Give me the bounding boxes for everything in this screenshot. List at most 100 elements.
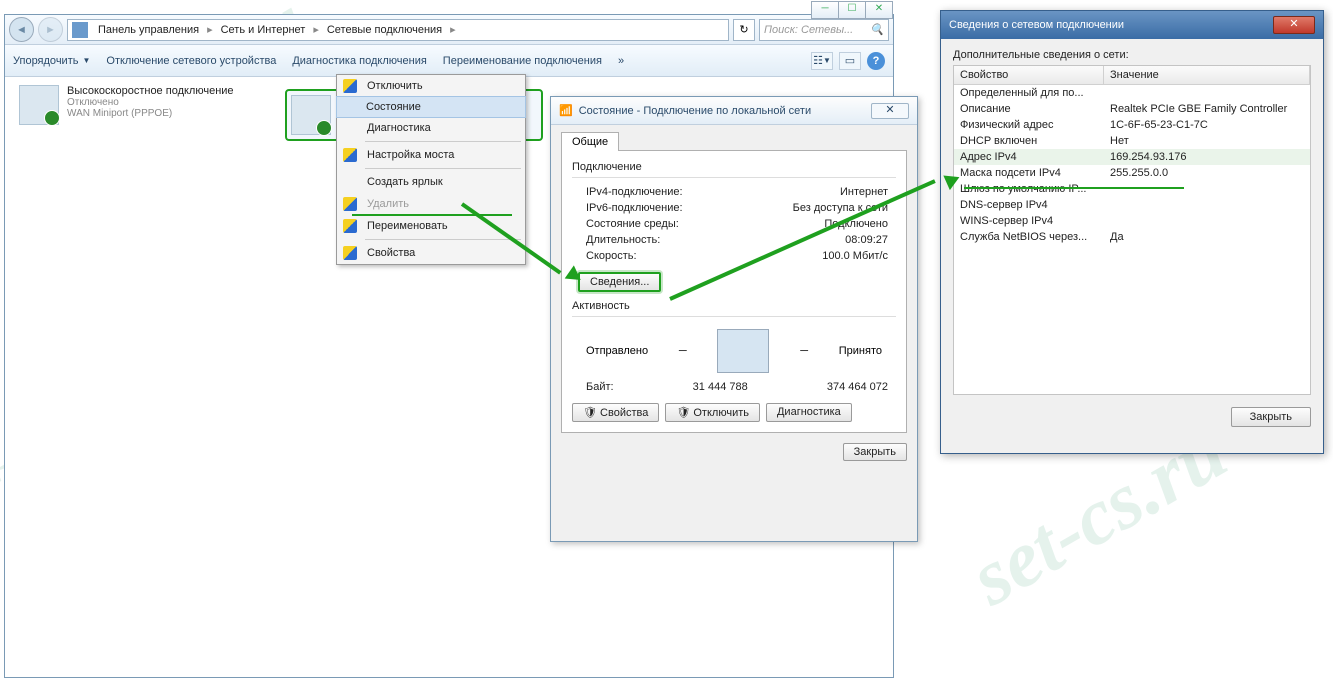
window-controls: ─ ☐ ✕ [812, 1, 893, 19]
menu-status[interactable]: Состояние [336, 96, 526, 118]
property-row[interactable]: Служба NetBIOS через...Да [954, 229, 1310, 245]
breadcrumbs[interactable]: Панель управления▸ Сеть и Интернет▸ Сете… [67, 19, 729, 41]
property-row[interactable]: Шлюз по умолчанию IP... [954, 181, 1310, 197]
ipv6-label: IPv6-подключение: [586, 202, 683, 214]
duration-label: Длительность: [586, 234, 660, 246]
diagnose-connection-button[interactable]: Диагностика подключения [292, 55, 426, 67]
property-row[interactable]: ОписаниеRealtek PCIe GBE Family Controll… [954, 101, 1310, 117]
speed-value: 100.0 Мбит/с [822, 250, 888, 262]
property-value: Realtek PCIe GBE Family Controller [1104, 102, 1310, 116]
menu-properties[interactable]: Свойства [337, 242, 525, 264]
dialog-titlebar[interactable]: Сведения о сетевом подключении ✕ [941, 11, 1323, 39]
close-button[interactable]: Закрыть [1231, 407, 1311, 427]
nav-back-button[interactable]: ◄ [9, 17, 34, 42]
connection-item-wan[interactable]: Высокоскоростное подключение Отключено W… [19, 85, 259, 125]
bytes-sent: 31 444 788 [614, 381, 827, 393]
breadcrumb-item[interactable]: Панель управления [92, 24, 205, 36]
tab-panel: Подключение IPv4-подключение:Интернет IP… [561, 150, 907, 433]
menu-bridge[interactable]: Настройка моста [337, 144, 525, 166]
details-intro: Дополнительные сведения о сети: [953, 49, 1311, 61]
disable-device-button[interactable]: Отключение сетевого устройства [106, 55, 276, 67]
refresh-button[interactable]: ↻ [733, 19, 755, 41]
column-value[interactable]: Значение [1104, 66, 1310, 84]
property-row[interactable]: Определенный для по... [954, 85, 1310, 101]
property-row[interactable]: Адрес IPv4169.254.93.176 [954, 149, 1310, 165]
shield-icon [343, 197, 357, 211]
property-key: Адрес IPv4 [954, 150, 1104, 164]
connection-status: Отключено [67, 97, 234, 108]
property-value [1104, 182, 1310, 196]
property-row[interactable]: DNS-сервер IPv4 [954, 197, 1310, 213]
shield-icon: 🛡 [676, 407, 690, 419]
speed-label: Скорость: [586, 250, 637, 262]
property-row[interactable]: DHCP включенНет [954, 133, 1310, 149]
property-key: WINS-сервер IPv4 [954, 214, 1104, 228]
close-button[interactable]: ✕ [1273, 16, 1315, 34]
connection-adapter: WAN Miniport (PPPOE) [67, 108, 234, 119]
details-button[interactable]: Сведения... [578, 272, 661, 292]
properties-list: Свойство Значение Определенный для по...… [953, 65, 1311, 395]
property-value: 169.254.93.176 [1104, 150, 1310, 164]
monitor-icon [717, 329, 769, 373]
network-icon: 📶 [559, 104, 573, 117]
column-property[interactable]: Свойство [954, 66, 1104, 84]
menu-shortcut[interactable]: Создать ярлык [337, 171, 525, 193]
close-button[interactable]: ✕ [871, 103, 909, 119]
minimize-button[interactable]: ─ [811, 1, 839, 19]
property-row[interactable]: Маска подсети IPv4255.255.0.0 [954, 165, 1310, 181]
breadcrumb-item[interactable]: Сетевые подключения [321, 24, 448, 36]
sent-label: Отправлено [586, 345, 648, 357]
property-key: Шлюз по умолчанию IP... [954, 182, 1104, 196]
shield-icon [343, 79, 357, 93]
dialog-title: Состояние - Подключение по локальной сет… [579, 105, 811, 117]
shield-icon [343, 246, 357, 260]
property-value: Да [1104, 230, 1310, 244]
shield-icon: 🛡 [583, 407, 597, 419]
property-key: Физический адрес [954, 118, 1104, 132]
property-key: Описание [954, 102, 1104, 116]
menu-disable[interactable]: Отключить [337, 75, 525, 97]
breadcrumb-item[interactable]: Сеть и Интернет [215, 24, 312, 36]
duration-value: 08:09:27 [845, 234, 888, 246]
menu-diagnose[interactable]: Диагностика [337, 117, 525, 139]
close-button[interactable]: Закрыть [843, 443, 907, 461]
shield-icon [343, 219, 357, 233]
search-input[interactable]: Поиск: Сетевы... 🔍 [759, 19, 889, 41]
property-key: Маска подсети IPv4 [954, 166, 1104, 180]
view-options-button[interactable]: ☷ ▼ [811, 52, 833, 70]
dialog-titlebar[interactable]: 📶 Состояние - Подключение по локальной с… [551, 97, 917, 125]
recv-label: Принято [839, 345, 882, 357]
disable-button[interactable]: 🛡 Отключить [665, 403, 760, 422]
diagnose-button[interactable]: Диагностика [766, 403, 852, 422]
close-button[interactable]: ✕ [865, 1, 893, 19]
group-activity: Активность [572, 300, 896, 312]
network-details-dialog: Сведения о сетевом подключении ✕ Дополни… [940, 10, 1324, 454]
control-panel-icon [72, 22, 88, 38]
address-bar: ◄ ► Панель управления▸ Сеть и Интернет▸ … [5, 15, 893, 45]
connection-icon [19, 85, 59, 125]
nav-forward-button[interactable]: ► [38, 17, 63, 42]
connection-status-dialog: 📶 Состояние - Подключение по локальной с… [550, 96, 918, 542]
properties-button[interactable]: 🛡 Свойства [572, 403, 659, 422]
search-placeholder: Поиск: Сетевы... [764, 24, 853, 36]
organize-menu[interactable]: Упорядочить▼ [13, 55, 90, 67]
search-icon: 🔍 [870, 23, 884, 36]
rename-connection-button[interactable]: Переименование подключения [443, 55, 602, 67]
maximize-button[interactable]: ☐ [838, 1, 866, 19]
connection-context-menu: Отключить Состояние Диагностика Настройк… [336, 74, 526, 265]
help-icon[interactable]: ? [867, 52, 885, 70]
preview-pane-button[interactable]: ▭ [839, 52, 861, 70]
property-value: 255.255.0.0 [1104, 166, 1310, 180]
property-key: DNS-сервер IPv4 [954, 198, 1104, 212]
property-value: 1C-6F-65-23-C1-7C [1104, 118, 1310, 132]
command-bar: Упорядочить▼ Отключение сетевого устройс… [5, 45, 893, 77]
connection-icon [291, 95, 331, 135]
group-connection: Подключение [572, 161, 896, 173]
tab-general[interactable]: Общие [561, 132, 619, 151]
property-value [1104, 86, 1310, 100]
shield-icon [343, 148, 357, 162]
property-row[interactable]: WINS-сервер IPv4 [954, 213, 1310, 229]
ipv4-value: Интернет [840, 186, 888, 198]
bytes-label: Байт: [586, 381, 614, 393]
property-row[interactable]: Физический адрес1C-6F-65-23-C1-7C [954, 117, 1310, 133]
